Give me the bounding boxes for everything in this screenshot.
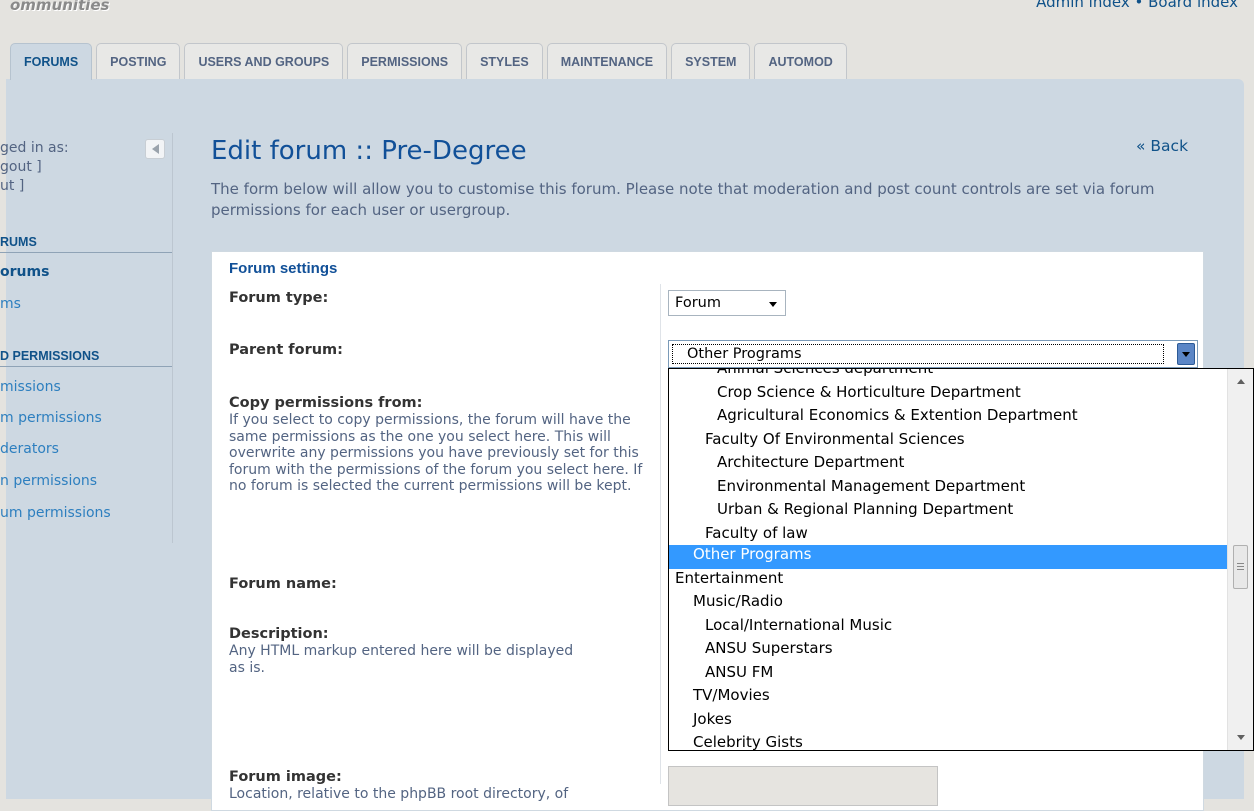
- tab-automod[interactable]: AUTOMOD: [754, 43, 847, 79]
- list-item[interactable]: TV/Movies: [669, 686, 1227, 710]
- list-item[interactable]: ANSU FM: [669, 663, 1227, 687]
- tab-permissions[interactable]: PERMISSIONS: [347, 43, 463, 79]
- sidebar-item-perm-5[interactable]: um permissions: [0, 505, 111, 521]
- list-item[interactable]: Faculty of law: [669, 524, 1227, 548]
- tab-posting[interactable]: POSTING: [96, 43, 181, 79]
- arrow-left-icon: [151, 144, 159, 154]
- logout-link-2[interactable]: ut ]: [0, 177, 69, 196]
- top-links[interactable]: Admin index • Board index: [1036, 0, 1238, 11]
- listbox-scrollbar[interactable]: [1227, 369, 1253, 750]
- chevron-down-icon: [1182, 352, 1190, 357]
- description-explain: Any HTML markup entered here will be dis…: [229, 643, 574, 676]
- list-item[interactable]: Local/International Music: [669, 616, 1227, 640]
- list-item[interactable]: Urban & Regional Planning Department: [669, 500, 1227, 524]
- main-tabs: FORUMS POSTING USERS AND GROUPS PERMISSI…: [10, 43, 851, 80]
- dropdown-arrow-button[interactable]: [1177, 343, 1195, 365]
- grip-line: [1237, 563, 1244, 564]
- login-info: ged in as: gout ] ut ]: [0, 139, 69, 196]
- list-item[interactable]: Celebrity Gists: [669, 733, 1227, 750]
- tab-system[interactable]: SYSTEM: [671, 43, 751, 79]
- sidebar-item-forums[interactable]: ms: [0, 296, 21, 312]
- collapse-sidebar-button[interactable]: [145, 139, 165, 159]
- page-description: The form below will allow you to customi…: [211, 180, 1155, 219]
- list-item[interactable]: Environmental Management Department: [669, 477, 1227, 501]
- grip-line: [1237, 569, 1244, 570]
- list-item-selected[interactable]: Other Programs: [669, 545, 1227, 569]
- list-item[interactable]: Music/Radio: [669, 592, 1227, 616]
- forum-type-value: Forum: [675, 295, 721, 311]
- forum-image-input[interactable]: [668, 766, 938, 806]
- logout-link[interactable]: gout ]: [0, 158, 69, 177]
- list-item[interactable]: Crop Science & Horticulture Department: [669, 383, 1227, 407]
- forum-type-select[interactable]: Forum: [668, 290, 786, 316]
- tab-maintenance[interactable]: MAINTENANCE: [546, 43, 668, 79]
- page-title: Edit forum :: Pre-Degree: [211, 136, 527, 166]
- copy-permissions-explain: If you select to copy permissions, the f…: [229, 412, 643, 494]
- forum-image-label: Forum image:: [229, 769, 342, 785]
- sidebar-section-forums: RUMS: [0, 235, 172, 253]
- forum-image-explain: Location, relative to the phpBB root dir…: [229, 786, 569, 802]
- chevron-down-icon: [769, 302, 777, 307]
- scroll-up-arrow-icon[interactable]: [1237, 379, 1245, 384]
- sidebar-item-perm-1[interactable]: missions: [0, 379, 61, 395]
- copy-permissions-label: Copy permissions from:: [229, 395, 423, 411]
- sidebar-section-permissions: D PERMISSIONS: [0, 349, 172, 367]
- site-title: ommunities: [10, 0, 110, 14]
- tab-forums[interactable]: FORUMS: [10, 43, 93, 80]
- sidebar-item-perm-2[interactable]: m permissions: [0, 410, 102, 426]
- description-label: Description:: [229, 626, 329, 642]
- sidebar-item-perm-4[interactable]: n permissions: [0, 473, 97, 489]
- list-item[interactable]: Architecture Department: [669, 453, 1227, 477]
- logged-in-as-label: ged in as:: [0, 140, 69, 156]
- forum-settings-legend: Forum settings: [229, 260, 338, 277]
- list-item[interactable]: Agricultural Economics & Extention Depar…: [669, 406, 1227, 430]
- scrollbar-thumb[interactable]: [1233, 545, 1248, 589]
- field-divider: [660, 284, 661, 784]
- forum-type-label: Forum type:: [229, 290, 329, 306]
- sidebar-item-perm-3[interactable]: derators: [0, 441, 59, 457]
- tab-styles[interactable]: STYLES: [466, 43, 543, 79]
- list-item[interactable]: Jokes: [669, 710, 1227, 734]
- sidebar-divider: [172, 133, 173, 543]
- list-item[interactable]: ANSU Superstars: [669, 639, 1227, 663]
- list-item[interactable]: Animal Sciences department: [669, 369, 1227, 383]
- parent-forum-select[interactable]: Other Programs: [668, 340, 1198, 368]
- parent-forum-label: Parent forum:: [229, 342, 343, 358]
- parent-forum-value: Other Programs: [672, 344, 1164, 364]
- list-item[interactable]: Faculty Of Environmental Sciences: [669, 430, 1227, 454]
- back-link[interactable]: « Back: [1136, 137, 1188, 155]
- parent-forum-listbox[interactable]: Animal Sciences department Crop Science …: [668, 368, 1254, 751]
- tab-users-and-groups[interactable]: USERS AND GROUPS: [184, 43, 344, 79]
- list-item[interactable]: Entertainment: [669, 569, 1227, 593]
- scroll-down-arrow-icon[interactable]: [1237, 735, 1245, 740]
- grip-line: [1237, 566, 1244, 567]
- forum-name-label: Forum name:: [229, 576, 337, 592]
- sidebar-item-manage-forums[interactable]: orums: [0, 264, 49, 280]
